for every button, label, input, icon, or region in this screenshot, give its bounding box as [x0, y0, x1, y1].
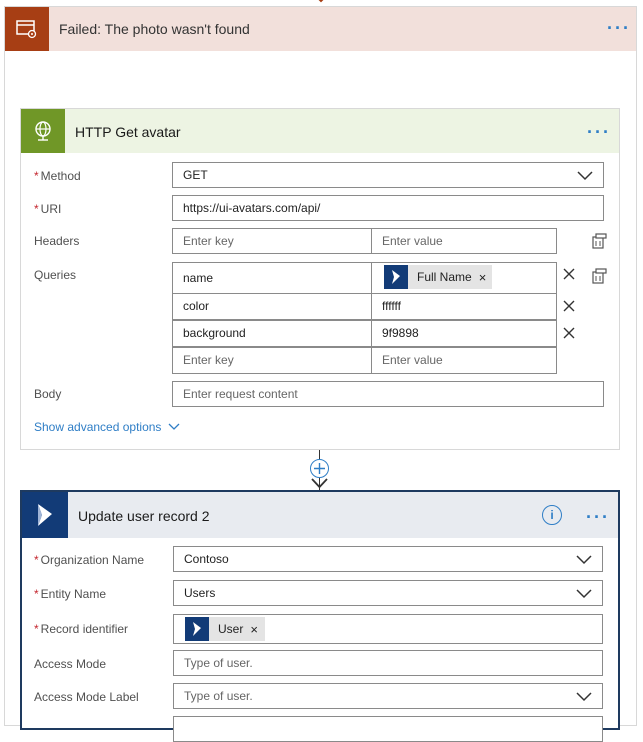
dynamics-action-card: Update user record 2 i ··· * Organization… — [20, 490, 620, 742]
method-select[interactable]: GET — [172, 162, 604, 188]
header-key-input[interactable]: Enter key — [172, 228, 372, 254]
flow-arrow-icon — [318, 0, 324, 3]
plus-icon — [314, 463, 325, 474]
query-value-input[interactable]: Enter value — [371, 347, 557, 374]
http-action-card: HTTP Get avatar ··· * Method GET * URI htt… — [20, 108, 620, 450]
dynamics-title: Update user record 2 — [78, 508, 210, 524]
access-mode-input[interactable]: Type of user. — [173, 650, 603, 676]
uri-label: * URI — [34, 202, 62, 216]
chevron-down-icon — [576, 555, 592, 565]
dynamics-icon — [384, 265, 408, 289]
more-dots-icon[interactable]: ··· — [607, 19, 631, 37]
query-key-cell[interactable]: name — [172, 262, 372, 294]
organization-label: * Organization Name — [34, 553, 145, 567]
remove-query-icon[interactable] — [559, 323, 579, 343]
body-label: Body — [34, 387, 62, 401]
chevron-down-icon — [577, 171, 593, 181]
dynamics-icon — [185, 617, 209, 641]
scope-icon — [5, 7, 49, 51]
chevron-down-icon — [576, 692, 592, 702]
chevron-down-icon — [168, 423, 180, 430]
access-mode-label-select[interactable]: Type of user. — [173, 683, 603, 709]
dynamics-icon — [22, 492, 68, 538]
query-key-cell[interactable]: color — [172, 293, 372, 320]
record-identifier-label: * Record identifier — [34, 622, 129, 636]
token-remove-icon[interactable]: × — [250, 622, 258, 637]
next-field-input[interactable] — [173, 716, 603, 742]
access-mode-label-label: Access Mode Label — [34, 690, 139, 704]
info-icon[interactable]: i — [542, 505, 562, 525]
remove-query-icon[interactable] — [559, 264, 579, 284]
entity-select[interactable]: Users — [173, 580, 603, 606]
dynamic-content-token[interactable]: Full Name × — [384, 265, 492, 289]
entity-label: * Entity Name — [34, 587, 107, 601]
flow-arrow-icon — [311, 478, 328, 489]
query-value-cell[interactable]: ffffff — [371, 293, 557, 320]
token-remove-icon[interactable]: × — [479, 270, 487, 285]
header-value-input[interactable]: Enter value — [371, 228, 557, 254]
access-mode-label: Access Mode — [34, 657, 107, 671]
dynamics-header[interactable]: Update user record 2 i ··· — [22, 492, 618, 538]
more-dots-icon[interactable]: ··· — [587, 123, 611, 141]
organization-select[interactable]: Contoso — [173, 546, 603, 572]
switch-to-text-mode-icon[interactable] — [591, 233, 607, 249]
http-header[interactable]: HTTP Get avatar ··· — [21, 109, 619, 153]
query-key-cell[interactable]: background — [172, 320, 372, 347]
scope-header[interactable]: Failed: The photo wasn't found ··· — [5, 7, 636, 51]
uri-input[interactable]: https://ui-avatars.com/api/ — [172, 195, 604, 221]
more-dots-icon[interactable]: ··· — [586, 508, 610, 526]
show-advanced-options-link[interactable]: Show advanced options — [34, 420, 180, 434]
switch-to-text-mode-icon[interactable] — [591, 268, 607, 284]
query-key-input[interactable]: Enter key — [172, 347, 372, 374]
scope-title: Failed: The photo wasn't found — [59, 21, 250, 37]
body-input[interactable]: Enter request content — [172, 381, 604, 407]
method-label: * Method — [34, 169, 81, 183]
chevron-down-icon — [576, 589, 592, 599]
queries-label: Queries — [34, 268, 77, 282]
query-value-cell[interactable]: 9f9898 — [371, 320, 557, 347]
headers-label: Headers — [34, 234, 80, 248]
http-title: HTTP Get avatar — [75, 124, 181, 140]
remove-query-icon[interactable] — [559, 296, 579, 316]
globe-icon — [21, 109, 65, 153]
add-step-button[interactable] — [310, 459, 329, 478]
dynamic-content-token[interactable]: User × — [185, 617, 265, 641]
